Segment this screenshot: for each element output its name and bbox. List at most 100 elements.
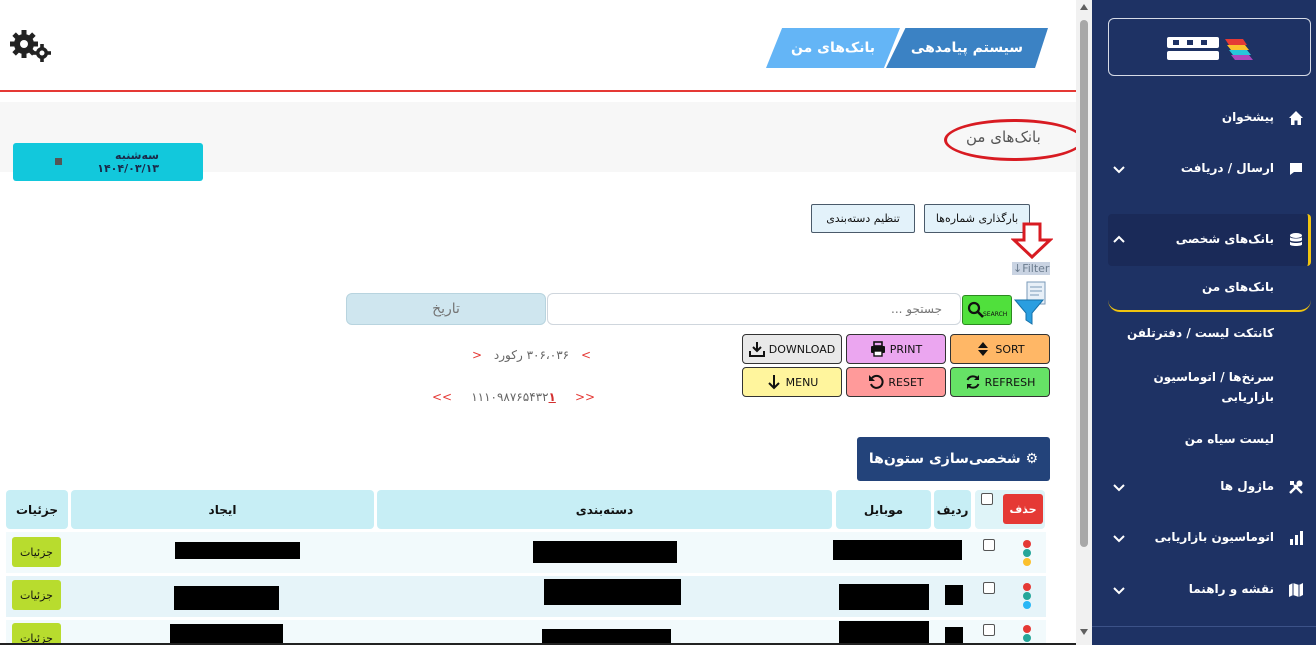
download-button[interactable]: DOWNLOAD <box>742 334 842 364</box>
sidebar-item-personal-banks[interactable]: بانک‌های شخصی <box>1108 225 1308 255</box>
date-filter-input[interactable] <box>346 293 546 325</box>
breadcrumb-root[interactable]: سیستم پیامدهی <box>886 28 1048 68</box>
sort-button[interactable]: SORT <box>950 334 1050 364</box>
record-count: ۳۰۶،۰۳۶ رکورد <box>493 348 570 362</box>
status-dot-blue <box>1023 601 1031 609</box>
home-icon <box>1289 111 1303 125</box>
customize-columns-button[interactable]: ⚙ شخصی‌سازی ستون‌ها <box>857 437 1050 481</box>
undo-icon <box>869 374 884 389</box>
column-header-row: ردیف <box>934 490 971 529</box>
chevron-down-icon <box>1113 535 1125 543</box>
sidebar-subitem-my-banks[interactable]: بانک‌های من <box>1108 277 1308 297</box>
reset-button-label: RESET <box>888 375 924 389</box>
refresh-icon <box>966 375 980 389</box>
sidebar-subitem-blacklist[interactable]: لیست سیاه من <box>1108 429 1308 449</box>
pager-next-arrow[interactable]: > <box>581 348 591 362</box>
page-scrollbar[interactable] <box>1076 0 1092 645</box>
database-icon <box>1290 233 1302 246</box>
message-icon <box>1290 163 1302 175</box>
chevron-up-icon <box>1113 235 1125 243</box>
date-button-label: سه‌شنبه ۱۴۰۴/۰۳/۱۳ <box>97 149 159 175</box>
sidebar-subitem-leads[interactable]: سرنخ‌ها / اتوماسیون بازاریابی <box>1108 367 1308 407</box>
sidebar-item-label: بانک‌های شخصی <box>1175 232 1274 246</box>
menu-button[interactable]: MENU <box>742 367 842 397</box>
sidebar-subitem-contact-list[interactable]: کانتکت لیست / دفترتلفن <box>1108 323 1308 343</box>
status-dot-red <box>1023 540 1031 548</box>
refresh-button[interactable]: REFRESH <box>950 367 1050 397</box>
redacted-created <box>170 624 283 643</box>
breadcrumb-current[interactable]: بانک‌های من <box>766 28 900 68</box>
search-input[interactable] <box>547 293 961 325</box>
details-button[interactable]: جزئیات <box>12 580 61 610</box>
sort-button-label: SORT <box>995 342 1025 356</box>
status-dot-teal <box>1023 634 1031 642</box>
arrow-down-icon <box>767 375 780 390</box>
status-dot-red <box>1023 583 1031 591</box>
chevron-down-icon <box>1113 587 1125 595</box>
chevron-down-icon <box>1113 484 1125 492</box>
status-dot-red <box>1023 625 1031 633</box>
page-number-list[interactable]: ۱۱۱۰۹۸۷۶۵۴۳۲ <box>471 390 548 404</box>
row-checkbox[interactable] <box>983 539 995 551</box>
redacted-mobile <box>833 540 962 560</box>
redacted-mobile <box>839 621 929 643</box>
filter-toggle[interactable]: ↓Filter <box>1012 262 1051 275</box>
category-settings-button[interactable]: تنظیم دسته‌بندی <box>811 204 915 233</box>
delete-button[interactable]: حذف <box>1003 494 1043 524</box>
sidebar-item-dashboard[interactable]: پیشخوان <box>1108 103 1308 133</box>
scroll-up-icon[interactable] <box>1080 4 1088 10</box>
refresh-button-label: REFRESH <box>984 375 1036 389</box>
column-header-created: ایجاد <box>71 490 374 529</box>
gear-icon[interactable] <box>10 28 54 64</box>
chevron-down-icon <box>1113 166 1125 174</box>
menu-button-label: MENU <box>785 375 819 389</box>
sidebar-item-map-guide[interactable]: نقشه و راهنما <box>1108 575 1308 605</box>
pager-prev-arrow[interactable]: < <box>472 348 482 362</box>
status-dot-teal <box>1023 549 1031 557</box>
sidebar-item-label: نقشه و راهنما <box>1188 582 1274 596</box>
redacted-row-number <box>945 627 963 643</box>
search-button-label: SEARCH <box>983 311 1008 318</box>
status-dot-teal <box>1023 592 1031 600</box>
scroll-down-icon[interactable] <box>1080 629 1088 635</box>
pager-first-arrow[interactable]: << <box>432 390 452 404</box>
column-header-category: دسته‌بندی <box>377 490 832 529</box>
redacted-created <box>174 586 279 610</box>
redacted-row-number <box>945 585 963 605</box>
redacted-created <box>175 542 300 559</box>
tools-icon <box>1289 480 1303 494</box>
details-button[interactable]: جزئیات <box>12 537 61 567</box>
app-root: بانک‌های من سیستم پیامدهی بانک‌های من سه… <box>0 0 1316 645</box>
sidebar-item-label: پیشخوان <box>1221 110 1274 124</box>
search-button[interactable]: SEARCH <box>962 295 1012 325</box>
column-header-mobile: موبایل <box>836 490 931 529</box>
printer-icon <box>870 341 885 357</box>
sidebar-item-label: ماژول ها <box>1220 479 1274 493</box>
annotation-arrow-icon <box>1011 222 1053 260</box>
record-pager: > ۳۰۶،۰۳۶ رکورد < <box>464 348 599 362</box>
chart-icon <box>1290 531 1303 545</box>
page-numbers: << ۱۱۱۰۹۸۷۶۵۴۳۲۱ >> <box>432 390 595 404</box>
print-button[interactable]: PRINT <box>846 334 946 364</box>
row-checkbox[interactable] <box>983 624 995 636</box>
redacted-mobile <box>839 584 929 610</box>
breadcrumb-current-label: بانک‌های من <box>790 40 876 56</box>
top-header: بانک‌های من سیستم پیامدهی <box>0 0 1076 92</box>
current-page[interactable]: ۱ <box>549 390 556 404</box>
download-button-label: DOWNLOAD <box>768 342 836 356</box>
logo-box[interactable]: HOMA <box>1108 18 1311 76</box>
details-button[interactable]: جزئیات <box>12 623 61 645</box>
redacted-category <box>533 541 677 563</box>
select-all-checkbox[interactable] <box>981 493 993 505</box>
redacted-category <box>544 579 681 605</box>
pager-last-arrow[interactable]: >> <box>575 390 595 404</box>
date-button[interactable]: سه‌شنبه ۱۴۰۴/۰۳/۱۳ <box>13 143 203 181</box>
breadcrumb-root-label: سیستم پیامدهی <box>910 40 1024 56</box>
reset-button[interactable]: RESET <box>846 367 946 397</box>
sidebar-item-modules[interactable]: ماژول ها <box>1108 472 1308 502</box>
sidebar-item-send-receive[interactable]: ارسال / دریافت <box>1108 154 1308 184</box>
row-checkbox[interactable] <box>983 582 995 594</box>
funnel-icon[interactable] <box>1013 280 1053 326</box>
sidebar-item-marketing-automation[interactable]: اتوماسیون بازاریابی <box>1108 523 1308 553</box>
scrollbar-thumb[interactable] <box>1080 20 1088 547</box>
